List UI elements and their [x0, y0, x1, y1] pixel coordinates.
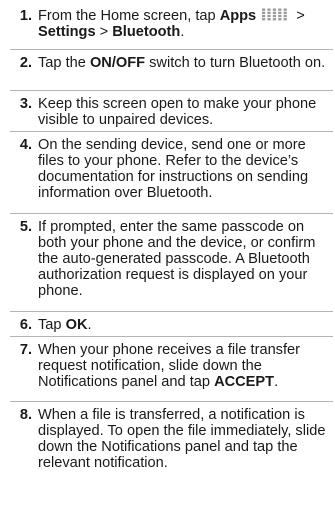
step-item: 7. When your phone receives a file transf… [10, 336, 333, 390]
bold-term: Settings [38, 24, 96, 40]
step-text: From the Home screen, tap Apps > Setting… [38, 8, 333, 40]
bold-term: Bluetooth [112, 24, 181, 40]
apps-grid-icon [262, 8, 287, 21]
step-text: Keep this screen open to make your phone… [38, 96, 333, 128]
step-text-segment: Tap [38, 317, 66, 333]
step-number: 6. [19, 317, 32, 333]
step-text: When a file is transferred, a notificati… [38, 407, 333, 471]
step-text-segment: On the sending device, send one or more … [38, 137, 309, 201]
step-text-segment: > [95, 24, 113, 40]
step-text-segment: If prompted, enter the same passcode on … [38, 219, 316, 299]
step-number: 7. [19, 342, 32, 358]
step-item: 3. Keep this screen open to make your pho… [10, 90, 333, 128]
step-text-segment: > [292, 8, 305, 24]
step-item: 8. When a file is transferred, a notifica… [10, 401, 333, 471]
step-text-segment: Keep this screen open to make your phone… [38, 96, 317, 128]
step-text-segment: When a file is transferred, a notificati… [38, 407, 326, 471]
step-item: 5. If prompted, enter the same passcode o… [10, 213, 333, 299]
step-text-segment: switch to turn Bluetooth on. [145, 55, 326, 71]
step-text-segment: . [87, 317, 92, 333]
bold-term: OK [65, 317, 88, 333]
step-number: 5. [19, 219, 32, 235]
step-text-segment: From the Home screen, tap [38, 8, 220, 24]
step-text-segment: Tap the [38, 55, 90, 71]
step-text: When your phone receives a file transfer… [38, 342, 333, 390]
bold-term: Apps [219, 8, 257, 24]
step-item: 2. Tap the ON/OFF switch to turn Bluetoot… [10, 49, 333, 71]
step-number: 8. [19, 407, 32, 423]
bold-term: ON/OFF [89, 55, 146, 71]
step-number: 4. [19, 137, 32, 153]
step-item: 6. Tap OK. [10, 311, 333, 333]
step-text: Tap the ON/OFF switch to turn Bluetooth … [38, 55, 333, 71]
step-item: 1. From the Home screen, tap Apps > Setti… [10, 8, 333, 40]
step-text: On the sending device, send one or more … [38, 137, 333, 201]
step-text-segment: . [274, 374, 279, 390]
bold-term: ACCEPT [214, 374, 275, 390]
step-number: 2. [19, 55, 32, 71]
step-number: 1. [19, 8, 32, 24]
step-text: Tap OK. [38, 317, 333, 333]
step-text-segment: . [180, 24, 185, 40]
step-item: 4. On the sending device, send one or mor… [10, 131, 333, 201]
step-number: 3. [19, 96, 32, 112]
step-text: If prompted, enter the same passcode on … [38, 219, 333, 299]
